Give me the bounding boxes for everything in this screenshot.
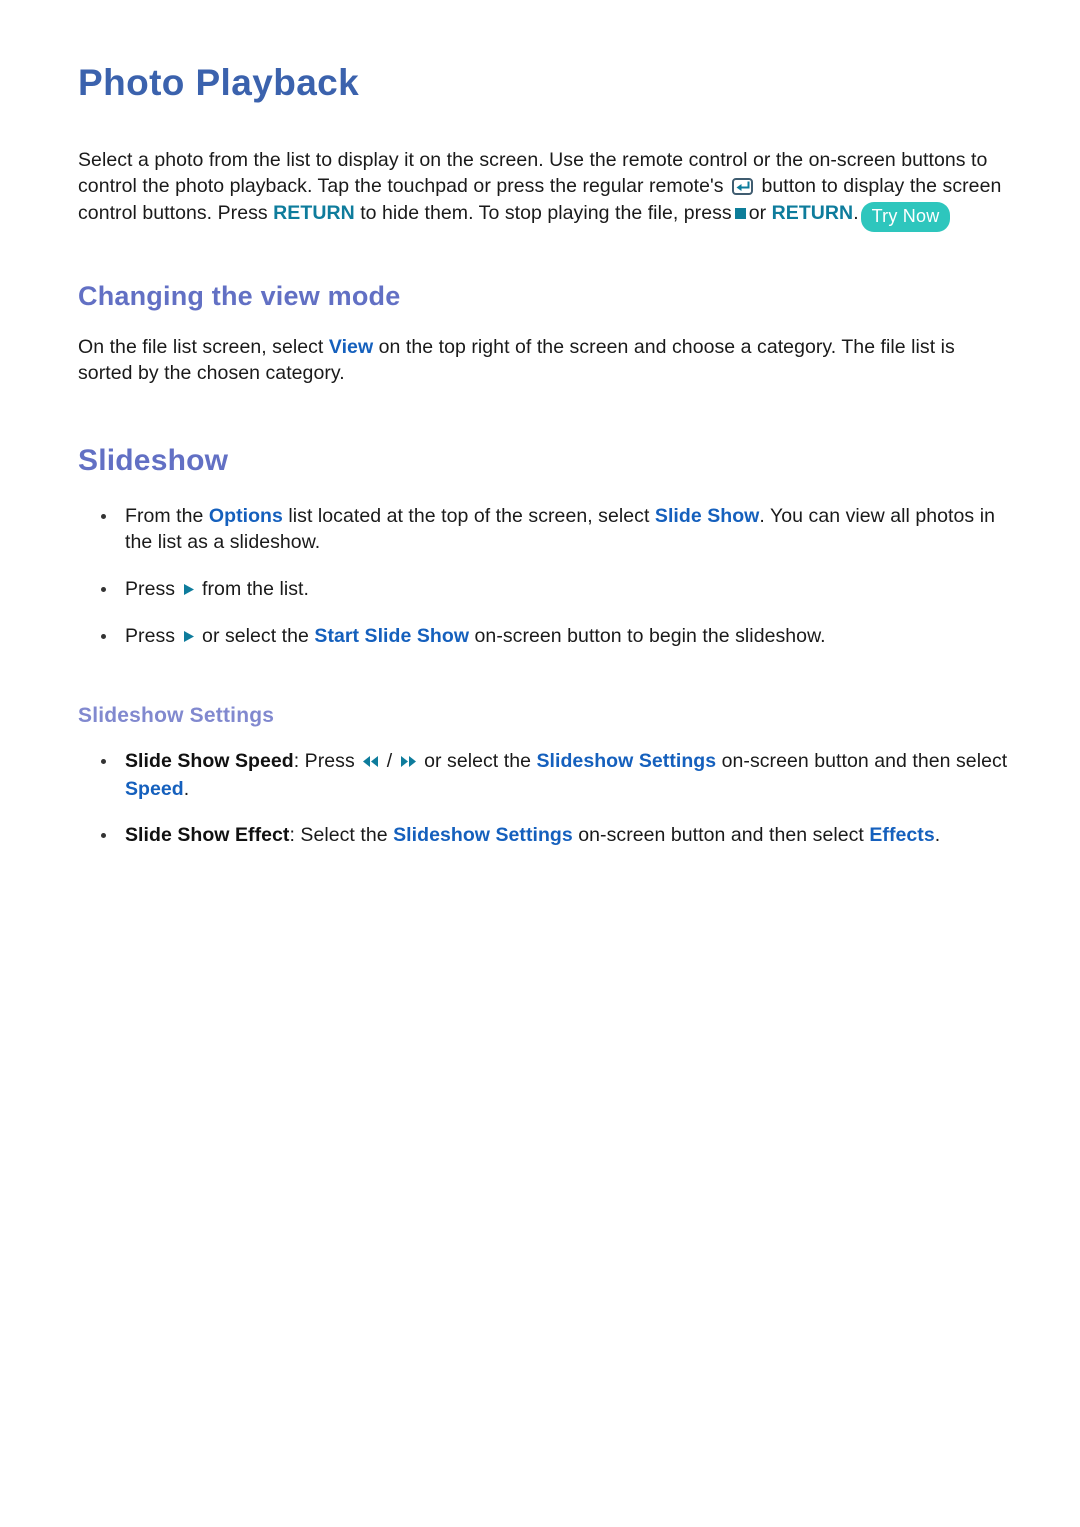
effect-part-2: on-screen button and then select [578,824,864,847]
bullet-2-part-1: Press [125,577,176,600]
effect-part-1: : Select the [289,824,388,847]
list-item: Slide Show Effect: Select the Slideshow … [78,822,1008,849]
view-mode-text-part-1: On the file list screen, select [78,335,324,358]
intro-text-part-5: . [853,201,859,224]
bullet-3-part-3: on-screen button to begin the slideshow. [474,625,826,648]
label-slide-show-effect: Slide Show Effect [125,824,290,847]
keyword-effects: Effects [869,824,935,847]
bullet-dot-icon [101,634,106,640]
bullet-2-part-2: from the list. [202,577,309,600]
bullet-dot-icon [101,759,106,765]
speed-part-1: : Press [293,750,355,773]
keyword-view: View [328,335,374,358]
section-heading-slideshow: Slideshow [78,443,229,477]
slideshow-settings-bullet-list: Slide Show Speed: Press / or select the … [78,748,1008,849]
speed-separator: / [386,750,393,773]
keyword-return-1: RETURN [273,201,355,224]
stop-square-icon [734,207,746,219]
bullet-dot-icon [101,586,106,592]
list-item: Press from the list. [78,576,1008,604]
effect-part-3: . [934,824,941,847]
sub-heading-slideshow-settings: Slideshow Settings [78,703,275,727]
page-title: Photo Playback [78,62,360,103]
slideshow-bullet-list: From the Options list located at the top… [78,503,1008,651]
bullet-3-part-2: or select the [202,625,309,648]
view-mode-paragraph: On the file list screen, select View on … [78,334,1008,387]
bullet-dot-icon [101,833,106,839]
intro-text-part-3: to hide them. To stop playing the file, … [360,201,732,224]
fast-forward-icon [400,749,417,776]
speed-part-2: or select the [424,750,531,773]
label-slide-show-speed: Slide Show Speed [125,750,294,773]
bullet-3-part-1: Press [125,625,176,648]
play-icon [183,577,195,604]
speed-part-4: . [183,777,190,800]
try-now-badge[interactable]: Try Now [860,201,951,232]
rewind-icon [362,749,379,776]
keyword-speed: Speed [125,777,184,800]
intro-paragraph: Select a photo from the list to display … [78,147,1008,232]
bullet-dot-icon [101,513,106,519]
page-content: Photo Playback Select a photo from the l… [78,62,1008,869]
keyword-slideshow-settings-1: Slideshow Settings [536,750,717,773]
enter-key-icon [732,178,754,196]
play-icon [183,624,195,651]
speed-part-3: on-screen button and then select [721,750,1008,773]
document-page: Photo Playback Select a photo from the l… [0,0,1080,1527]
intro-text-part-4: or [748,201,767,224]
keyword-return-2: RETURN [771,201,854,224]
section-heading-changing-view-mode: Changing the view mode [78,280,401,311]
list-item: Press or select the Start Slide Show on-… [78,623,1008,651]
bullet-1-part-1: From the [125,504,204,527]
list-item: From the Options list located at the top… [78,503,1008,556]
keyword-options: Options [208,504,283,527]
keyword-slideshow-settings-2: Slideshow Settings [393,824,573,847]
bullet-1-part-2: list located at the top of the screen, s… [288,504,650,527]
list-item: Slide Show Speed: Press / or select the … [78,748,1008,802]
keyword-start-slide-show: Start Slide Show [314,625,470,648]
keyword-slide-show: Slide Show [654,504,760,527]
